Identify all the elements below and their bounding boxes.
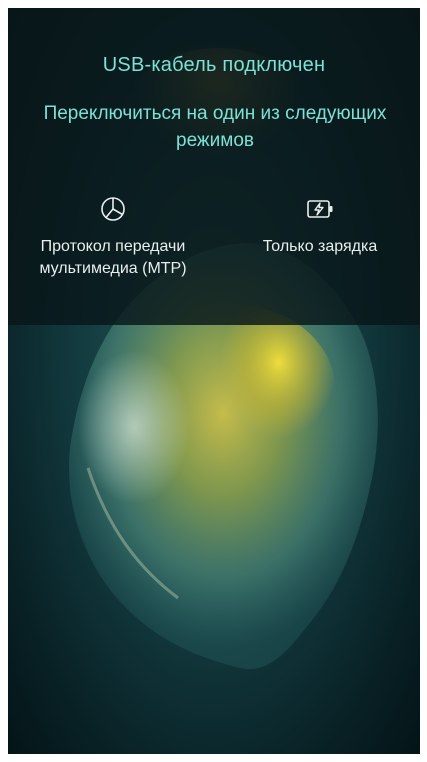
usb-connection-dialog: USB-кабель подключен Переключиться на од… bbox=[8, 8, 420, 325]
battery-charging-icon bbox=[307, 200, 333, 218]
pie-chart-icon bbox=[101, 197, 125, 221]
mode-mtp-button[interactable]: Протокол передачи мультимедиа (MTP) bbox=[8, 194, 218, 280]
mode-charge-only-label: Только зарядка bbox=[262, 238, 378, 255]
mode-charge-only-button[interactable]: Только зарядка bbox=[215, 194, 420, 258]
mode-mtp-label: Протокол передачи мультимедиа (MTP) bbox=[39, 238, 187, 277]
dialog-title: USB-кабель подключен bbox=[102, 54, 326, 76]
dialog-subtitle: Переключиться на один из следующих режим… bbox=[43, 103, 387, 151]
phone-screen: USB-кабель подключен Переключиться на од… bbox=[8, 8, 420, 754]
